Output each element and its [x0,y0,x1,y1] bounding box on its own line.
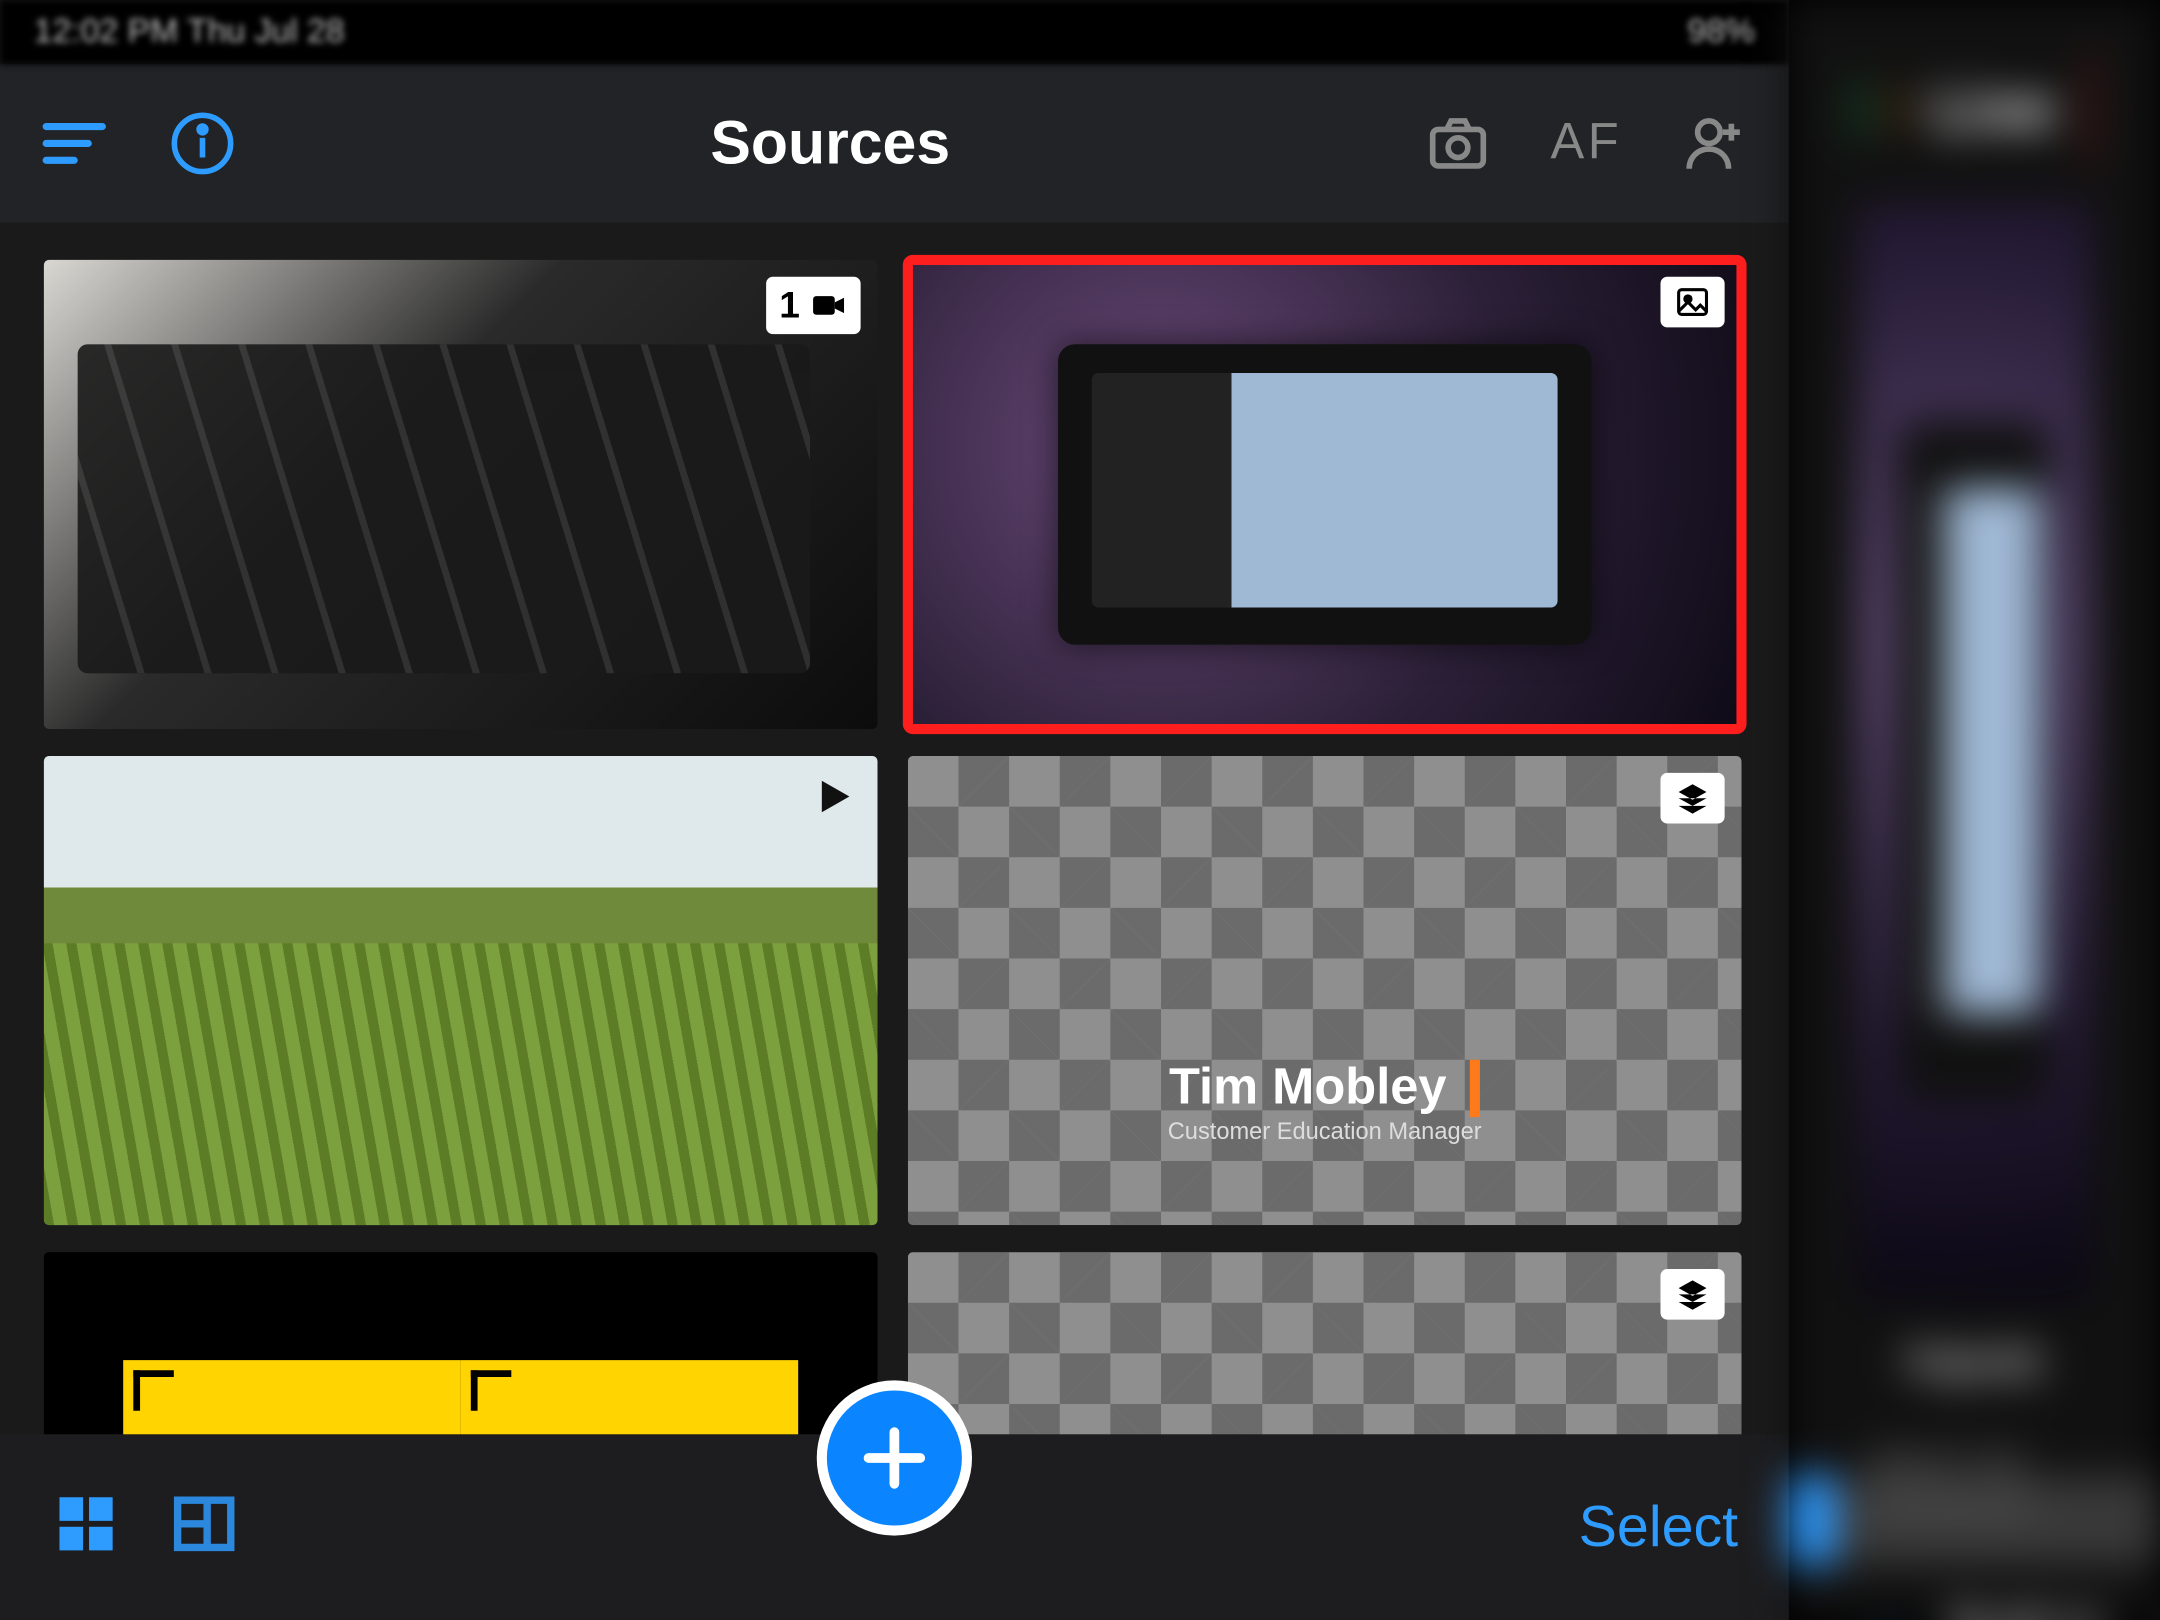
ab-card-a: A [123,1360,461,1434]
layers-badge [1661,773,1725,824]
tab-item[interactable] [1974,1475,2020,1566]
tab-item[interactable] [2067,1475,2113,1566]
layers-icon [1674,780,1711,817]
source-thumb[interactable]: Tim Mobley Customer Education Manager [908,756,1742,1225]
section-title: Inputs [1823,1333,2127,1390]
info-icon[interactable] [162,103,243,184]
source-thumb[interactable] [908,260,1742,729]
tab-item[interactable] [1789,1475,1835,1566]
panel-title: Sources [710,108,950,179]
header-bar: Sources AF [0,64,1789,223]
sources-grid: 1 [0,223,1789,1435]
source-thumb[interactable]: A B [44,1252,878,1434]
select-button[interactable]: Select [1579,1494,1738,1560]
lower-third-role: Customer Education Manager [1168,1117,1482,1144]
record-button[interactable] [2089,47,2093,172]
source-thumb[interactable]: give @myra.patel [908,1252,1742,1434]
layout-view-button[interactable] [169,1488,240,1567]
camera-badge: 1 [766,277,861,334]
footer-bar: Select [0,1434,1789,1620]
tab-item[interactable] [1882,1475,1928,1566]
play-icon [810,773,857,829]
sources-panel: 12:02 PM Thu Jul 28 98% Sources AF [0,0,1789,1620]
grid-view-button[interactable] [51,1488,122,1567]
tab-item[interactable] [1928,1475,1974,1566]
audio-meter [1896,84,1900,135]
status-bar: 12:02 PM Thu Jul 28 98% [0,0,1789,64]
menu-icon[interactable] [34,103,115,184]
live-panel-blurred: Live Inputs BUILT-IN SOURCE ✎ Built-in C… [1789,0,2160,1620]
stream-status-indicator [1856,79,1862,140]
add-remote-icon[interactable] [1674,103,1755,184]
lower-third-name: Tim Mobley [1169,1060,1480,1117]
source-thumb[interactable] [44,756,878,1225]
autofocus-button[interactable]: AF [1546,103,1627,184]
source-thumb[interactable]: 1 [44,260,878,729]
image-icon [1674,284,1711,321]
camera-capture-icon[interactable] [1418,103,1499,184]
tab-item[interactable] [2114,1475,2160,1566]
tab-item[interactable] [1835,1475,1881,1566]
image-badge [1661,277,1725,328]
layers-icon [1674,1276,1711,1313]
live-label: Live [1933,74,2055,145]
input-label: Built-in Camera [1949,1600,2129,1620]
camera-icon [810,287,847,324]
status-left: 12:02 PM Thu Jul 28 [34,13,345,52]
live-preview [1856,203,2092,1300]
status-right: 98% [1687,13,1755,52]
tab-item[interactable] [2021,1475,2067,1566]
ab-card-b: B [461,1360,799,1434]
layers-badge [1661,1269,1725,1320]
add-source-button[interactable] [817,1380,972,1535]
bottom-tabs [1789,1445,2160,1597]
